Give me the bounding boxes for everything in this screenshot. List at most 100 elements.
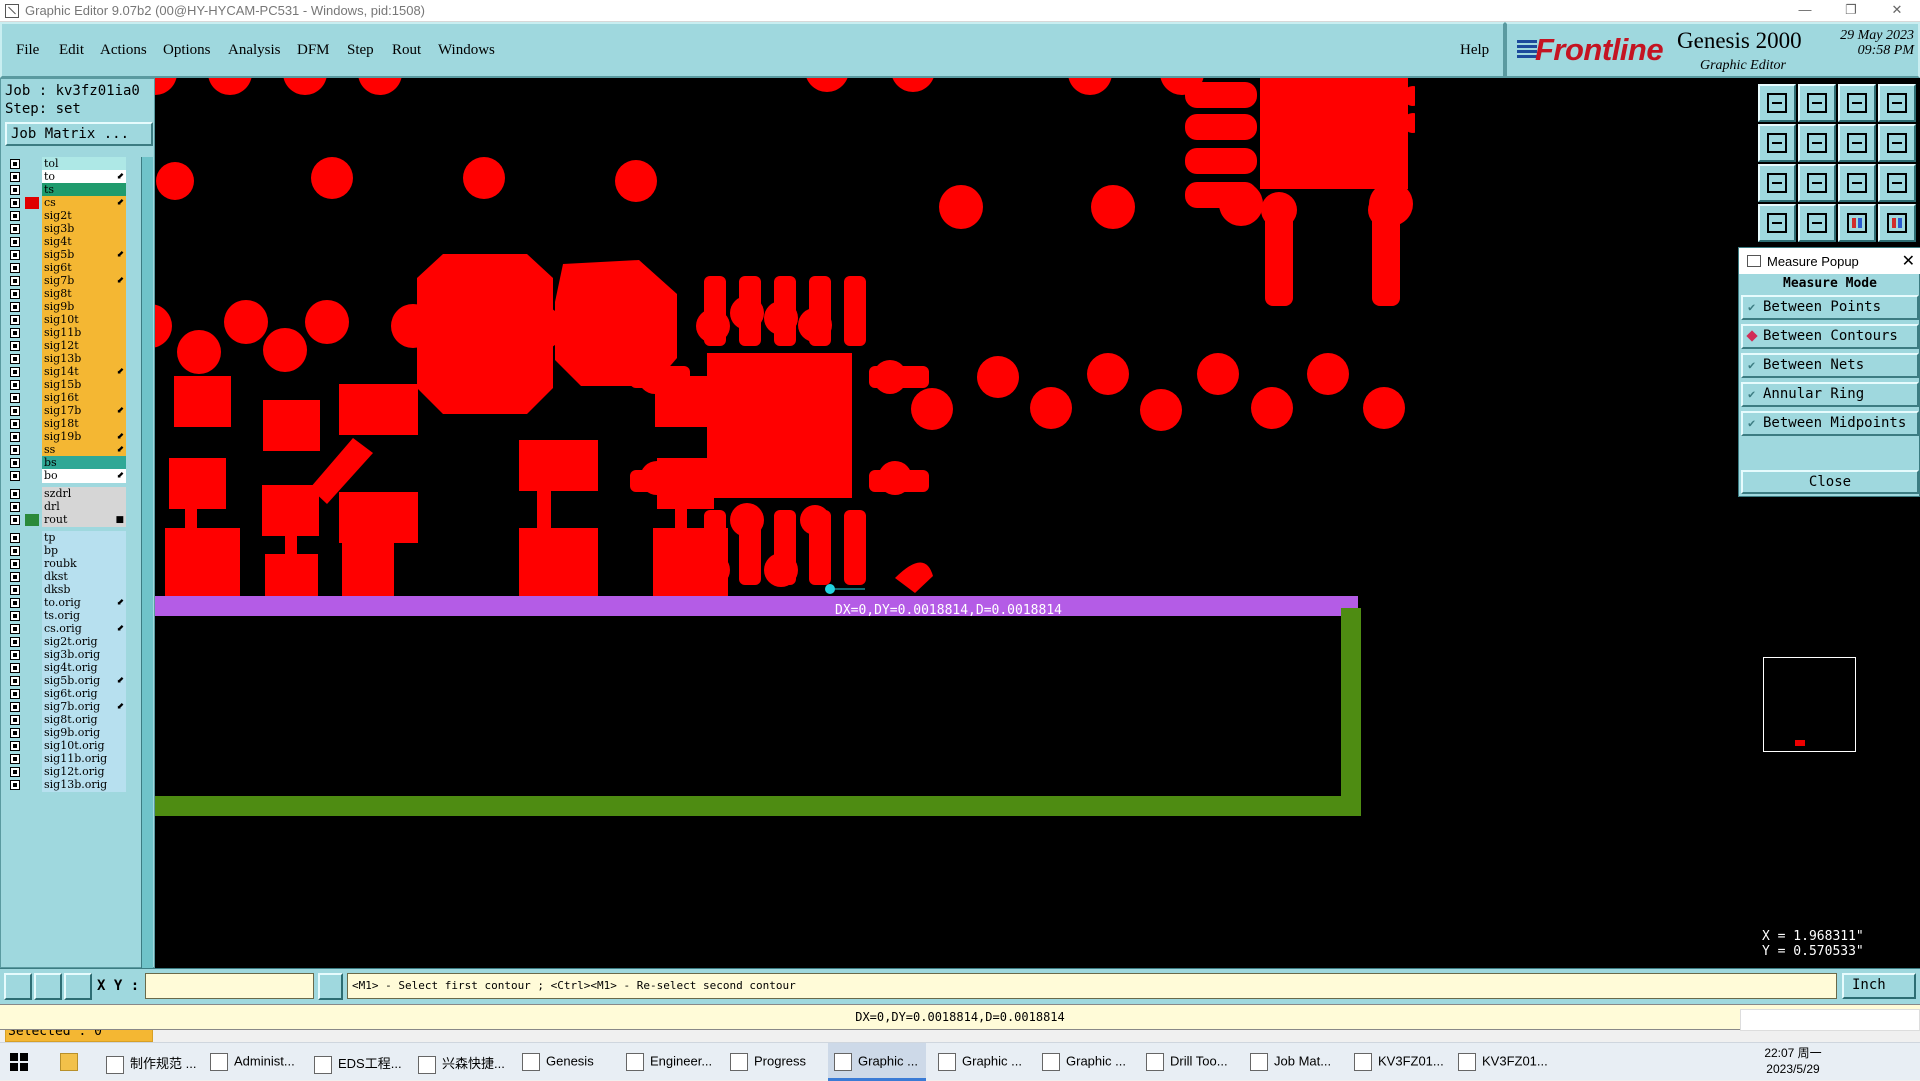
layer-color-swatch[interactable]: [25, 488, 39, 500]
layer-name[interactable]: sig11b.orig: [42, 752, 126, 766]
taskbar-item[interactable]: Job Mat...: [1244, 1043, 1342, 1081]
layer-row-sig10t-orig[interactable]: sig10t.orig: [5, 739, 143, 753]
grid-view-icon[interactable]: [1798, 204, 1836, 242]
layer-row-sig2t[interactable]: sig2t: [5, 209, 143, 223]
layer-name[interactable]: ss ⬋: [42, 443, 126, 457]
layer-row-sig13b-orig[interactable]: sig13b.orig: [5, 778, 143, 792]
layer-checkbox[interactable]: [10, 354, 20, 364]
layer-color-swatch[interactable]: [25, 405, 39, 417]
zoom-box-icon[interactable]: [1838, 124, 1876, 162]
layer-checkbox[interactable]: [10, 676, 20, 686]
minimize-button[interactable]: —: [1782, 0, 1828, 22]
layer-row-sig16t[interactable]: sig16t: [5, 391, 143, 405]
layer-color-swatch[interactable]: [25, 457, 39, 469]
layer-name[interactable]: sig4t.orig: [42, 661, 126, 675]
layer-row-sig19b[interactable]: sig19b ⬋: [5, 430, 143, 444]
layer-row-sig4t-orig[interactable]: sig4t.orig: [5, 661, 143, 675]
layer-color-swatch[interactable]: [25, 740, 39, 752]
layer-checkbox[interactable]: [10, 393, 20, 403]
layer-color-swatch[interactable]: [25, 753, 39, 765]
layer-name[interactable]: ts: [42, 183, 126, 197]
menu-actions[interactable]: Actions: [100, 42, 147, 59]
layer-name[interactable]: sig14t ⬋: [42, 365, 126, 379]
start-button[interactable]: [10, 1043, 40, 1081]
layer-row-sig6t-orig[interactable]: sig6t.orig: [5, 687, 143, 701]
layer-checkbox[interactable]: [10, 445, 20, 455]
layer-name[interactable]: sig12t: [42, 339, 126, 353]
layer-color-swatch[interactable]: [25, 766, 39, 778]
layer-row-szdrl[interactable]: szdrl: [5, 487, 143, 501]
layer-row-sig12t[interactable]: sig12t: [5, 339, 143, 353]
taskbar-item[interactable]: Administ...: [204, 1043, 302, 1081]
layer-name[interactable]: bo ⬋: [42, 469, 126, 483]
layers-red-icon[interactable]: [1838, 204, 1876, 242]
layer-checkbox[interactable]: [10, 406, 20, 416]
layer-color-swatch[interactable]: [25, 210, 39, 222]
layer-list-scrollbar[interactable]: [141, 157, 153, 1015]
home-icon[interactable]: [1838, 84, 1876, 122]
taskbar-item[interactable]: Drill Too...: [1140, 1043, 1238, 1081]
layer-checkbox[interactable]: [10, 624, 20, 634]
layer-color-swatch[interactable]: [25, 288, 39, 300]
file-explorer-icon[interactable]: [60, 1043, 86, 1081]
layer-color-swatch[interactable]: [25, 501, 39, 513]
layer-checkbox[interactable]: [10, 471, 20, 481]
layer-color-swatch[interactable]: [25, 714, 39, 726]
menu-options[interactable]: Options: [163, 42, 211, 59]
layer-name[interactable]: sig6t.orig: [42, 687, 126, 701]
layer-checkbox[interactable]: [10, 489, 20, 499]
menu-step[interactable]: Step: [347, 42, 374, 59]
option-between-midpoints[interactable]: ✔ Between Midpoints: [1741, 411, 1919, 436]
layer-row-sig8t[interactable]: sig8t: [5, 287, 143, 301]
layer-row-tol[interactable]: tol: [5, 157, 143, 171]
layer-row-sig7b[interactable]: sig7b ⬋: [5, 274, 143, 288]
taskbar-item[interactable]: 兴森快捷...: [412, 1043, 510, 1081]
layer-row-dkst[interactable]: dkst: [5, 570, 143, 584]
layer-name[interactable]: sig18t: [42, 417, 126, 431]
layer-row-sig3b[interactable]: sig3b: [5, 222, 143, 236]
layer-name[interactable]: to.orig ⬋: [42, 596, 126, 610]
close-window-button[interactable]: ✕: [1874, 0, 1920, 22]
layer-name[interactable]: sig8t: [42, 287, 126, 301]
layer-name[interactable]: sig6t: [42, 261, 126, 275]
overview-map[interactable]: [1763, 657, 1856, 752]
zoom-fit-icon[interactable]: [1758, 164, 1796, 202]
layer-checkbox[interactable]: [10, 572, 20, 582]
layer-color-swatch[interactable]: [25, 558, 39, 570]
layer-row-tp[interactable]: tp: [5, 531, 143, 545]
layer-name[interactable]: sig16t: [42, 391, 126, 405]
layer-name[interactable]: sig3b.orig: [42, 648, 126, 662]
layer-checkbox[interactable]: [10, 328, 20, 338]
layer-color-swatch[interactable]: [25, 636, 39, 648]
layer-row-sig15b[interactable]: sig15b: [5, 378, 143, 392]
layer-color-swatch[interactable]: [25, 158, 39, 170]
option-between-nets[interactable]: ✔ Between Nets: [1741, 353, 1919, 378]
layer-color-swatch[interactable]: [25, 675, 39, 687]
layer-row-bs[interactable]: bs: [5, 456, 143, 470]
zoom-1to1-icon[interactable]: [1838, 164, 1876, 202]
layer-row-sig4t[interactable]: sig4t: [5, 235, 143, 249]
taskbar-item[interactable]: Engineer...: [620, 1043, 718, 1081]
layer-row-sig9b-orig[interactable]: sig9b.orig: [5, 726, 143, 740]
layer-name[interactable]: sig13b.orig: [42, 778, 126, 792]
layer-name[interactable]: sig15b: [42, 378, 126, 392]
layer-checkbox[interactable]: [10, 637, 20, 647]
job-matrix-button[interactable]: Job Matrix ...: [5, 122, 153, 146]
layer-color-swatch[interactable]: [25, 623, 39, 635]
layer-row-ts[interactable]: ts: [5, 183, 143, 197]
grid-icon[interactable]: [64, 973, 92, 1000]
taskbar-item[interactable]: 制作规范 ...: [100, 1043, 198, 1081]
layer-row-sig6t[interactable]: sig6t: [5, 261, 143, 275]
layer-name[interactable]: dksb: [42, 583, 126, 597]
layer-checkbox[interactable]: [10, 250, 20, 260]
layer-checkbox[interactable]: [10, 728, 20, 738]
layer-checkbox[interactable]: [10, 515, 20, 525]
layer-row-sig12t-orig[interactable]: sig12t.orig: [5, 765, 143, 779]
layer-color-swatch[interactable]: [25, 236, 39, 248]
layer-checkbox[interactable]: [10, 689, 20, 699]
taskbar-item[interactable]: Graphic ...: [828, 1043, 926, 1081]
layer-checkbox[interactable]: [10, 585, 20, 595]
layer-color-swatch[interactable]: [25, 275, 39, 287]
layer-name[interactable]: sig9b: [42, 300, 126, 314]
layer-name[interactable]: sig7b.orig ⬋: [42, 700, 126, 714]
